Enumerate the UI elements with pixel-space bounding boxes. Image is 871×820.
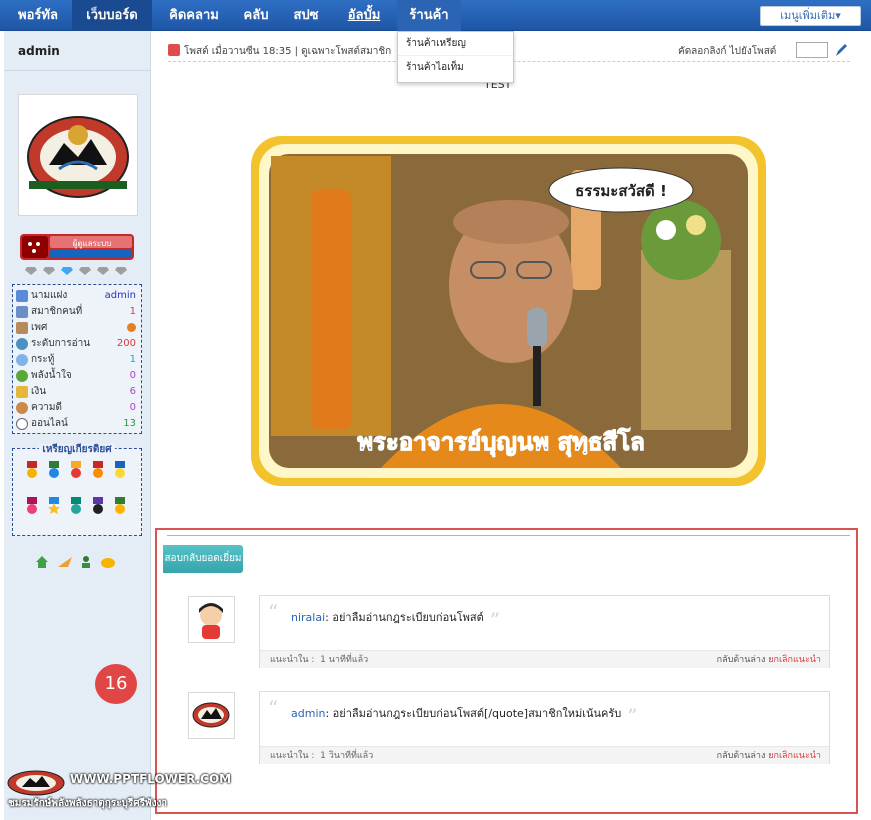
stat-row: ความดี 0 (16, 400, 138, 416)
stat-value: 1 (129, 306, 136, 317)
speech-bubble-text: ธรรมะสวัสดี ! (575, 182, 667, 200)
online-icon (16, 418, 28, 430)
kindness-icon (16, 370, 28, 382)
stat-value: 0 (129, 370, 136, 381)
nav-webboard[interactable]: เว็บบอร์ด (72, 0, 152, 31)
medal-icon[interactable] (47, 497, 61, 515)
stat-row: กระทู้ 1 (16, 352, 138, 368)
stat-row: ระดับการอ่าน 200 (16, 336, 138, 352)
medal-icon[interactable] (91, 461, 105, 479)
watermark: WWW.PPTFLOWER.COM ชมรมรักษ์พลังพลังธาตุก… (6, 768, 231, 816)
image-caption: พระอาจารย์บุญนพ สุทฺธสีโล (357, 427, 645, 458)
more-menu-button[interactable]: เมนูเพิ่มเติม▾ (760, 6, 861, 26)
rank-badge-label: ผู้ดูแลระบบ (73, 239, 112, 249)
medals-box: เหรียญเกียรติยศ (12, 444, 142, 536)
stat-value[interactable]: admin (105, 288, 136, 304)
rank-gems (25, 267, 127, 275)
jump-to-post-input[interactable] (796, 42, 828, 58)
medals-title: เหรียญเกียรติยศ (39, 444, 115, 455)
stat-value: 0 (129, 402, 136, 413)
medal-icon[interactable] (113, 461, 127, 479)
dropdown-item-coin-shop[interactable]: ร้านค้าเหรียญ (398, 32, 513, 55)
stat-value: 13 (123, 418, 136, 429)
stat-row: สมาชิกคนที่ 1 (16, 304, 138, 320)
stat-value: 200 (116, 338, 136, 349)
page: พอร์ทัล เว็บบอร์ด คิดคลาม คลับ สปซ อัลบั… (0, 0, 871, 820)
post-image[interactable]: ธรรมะสวัสดี ! พระอาจารย์บุญนพ สุทฺธสีโล (241, 130, 776, 490)
gender-icon (16, 322, 28, 334)
sidebar-username[interactable]: admin (4, 31, 151, 71)
nav-album[interactable]: อัลบั้ม (336, 0, 392, 31)
nav-portal[interactable]: พอร์ทัล (6, 0, 70, 31)
medal-icon[interactable] (91, 497, 105, 515)
stat-row: นามแฝง admin (16, 288, 138, 304)
sidebar-action-icons (36, 556, 115, 568)
post-meta[interactable]: โพสต์ เมื่อวานซืน 18:35 | ดูเฉพาะโพสต์สม… (184, 44, 391, 59)
medal-icon[interactable] (47, 461, 61, 479)
watermark-logo (7, 770, 65, 796)
nav-space[interactable]: สปซ (282, 0, 330, 31)
dropdown-item-item-shop[interactable]: ร้านค้าไอเท็ม (398, 55, 513, 78)
goodness-icon (16, 402, 28, 414)
coin-icon[interactable] (101, 558, 115, 568)
annotation-number-badge: 16 (95, 664, 137, 704)
top-nav: พอร์ทัล เว็บบอร์ด คิดคลาม คลับ สปซ อัลบั… (0, 0, 871, 31)
nav-shop[interactable]: ร้านค้า (397, 0, 461, 31)
medal-icon[interactable] (69, 497, 83, 515)
stat-row: เงิน 6 (16, 384, 138, 400)
shop-dropdown: ร้านค้าเหรียญ ร้านค้าไอเท็ม (397, 31, 514, 83)
home-icon[interactable] (36, 556, 48, 568)
medal-icon[interactable] (25, 497, 39, 515)
medal-icon[interactable] (69, 461, 83, 479)
pen-icon[interactable] (834, 42, 848, 58)
thread-icon (16, 354, 28, 366)
read-level-icon (16, 338, 28, 350)
add-friend-icon[interactable] (83, 556, 89, 562)
nav-thoughts[interactable]: คิดคลาม (154, 0, 234, 31)
user-stats: นามแฝง admin สมาชิกคนที่ 1 เพศ ระดับการอ่า… (12, 284, 142, 434)
medal-icon[interactable] (25, 461, 39, 479)
nav-club[interactable]: คลับ (236, 0, 276, 31)
medal-icon[interactable] (113, 497, 127, 515)
stat-row: ออนไลน์ 13 (16, 416, 138, 432)
highlight-box (155, 528, 858, 814)
send-icon[interactable] (58, 557, 72, 567)
stat-row: เพศ (16, 320, 138, 336)
stat-value: 6 (129, 386, 136, 397)
user-avatar[interactable] (18, 94, 138, 216)
user-card-icon (16, 290, 28, 302)
post-status-icon (168, 44, 180, 56)
money-icon (16, 386, 28, 398)
user-sidebar: admin ผู้ดูแลระบบ นามแฝง admin สมาชิกคนท… (4, 31, 151, 820)
watermark-url: WWW.PPTFLOWER.COM (70, 772, 232, 786)
admin-rank-badge: ผู้ดูแลระบบ (20, 234, 134, 260)
gender-female-icon (127, 323, 136, 332)
member-icon (16, 306, 28, 318)
stat-value[interactable]: 1 (130, 352, 136, 368)
watermark-text: ชมรมรักษ์พลังพลังธาตุกุระบุรีศรีพังงา (8, 798, 167, 809)
stat-row: พลังน้ำใจ 0 (16, 368, 138, 384)
post-tools[interactable]: คัดลอกลิงก์ ไปยังโพสต์ (678, 44, 776, 59)
